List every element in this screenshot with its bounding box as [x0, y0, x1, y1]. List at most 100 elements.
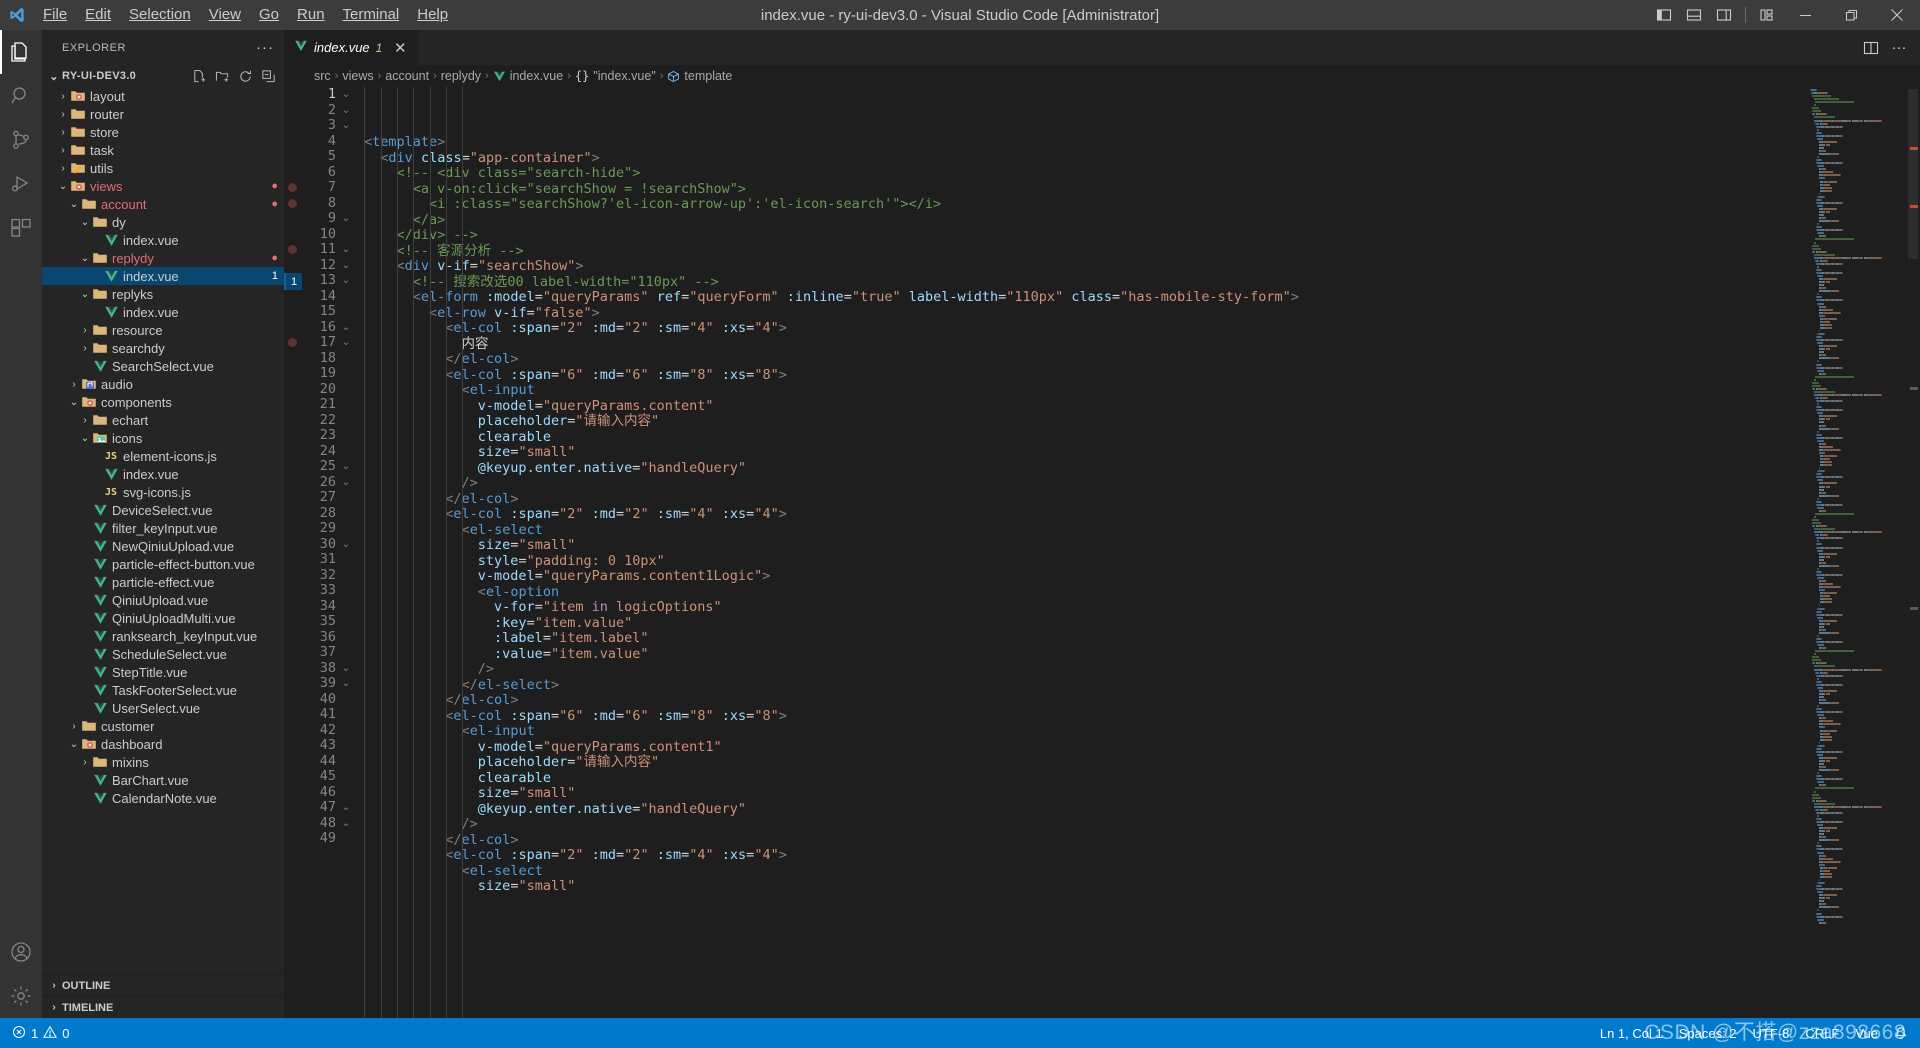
- tree-item-replyks[interactable]: ⌄replyks: [42, 285, 284, 303]
- chevron-down-icon[interactable]: ⌄: [79, 253, 91, 264]
- tree-item-dashboard[interactable]: ⌄dashboard: [42, 735, 284, 753]
- chevron-right-icon[interactable]: ›: [57, 163, 69, 174]
- tree-item-index-vue[interactable]: index.vue: [42, 303, 284, 321]
- activity-search-icon[interactable]: [0, 74, 42, 118]
- chevron-down-icon[interactable]: ⌄: [79, 433, 91, 444]
- breadcrumb-replydy[interactable]: replydy›: [441, 69, 489, 83]
- status-indentation[interactable]: Spaces: 2: [1671, 1018, 1745, 1048]
- chevron-down-icon[interactable]: ⌄: [68, 739, 80, 750]
- breakpoint-dot-icon[interactable]: [288, 338, 297, 347]
- chevron-down-icon[interactable]: ⌄: [68, 397, 80, 408]
- tree-item-mixins[interactable]: ›mixins: [42, 753, 284, 771]
- tab-index-vue[interactable]: index.vue 1 ✕: [284, 30, 419, 65]
- tree-item-deviceselect-vue[interactable]: DeviceSelect.vue: [42, 501, 284, 519]
- minimap[interactable]: [1808, 87, 1906, 1018]
- breadcrumb-symbol-template[interactable]: template: [667, 69, 732, 83]
- tree-item-scheduleselect-vue[interactable]: ScheduleSelect.vue: [42, 645, 284, 663]
- tree-item-searchdy[interactable]: ›searchdy: [42, 339, 284, 357]
- chevron-right-icon[interactable]: ›: [79, 325, 91, 336]
- chevron-down-icon[interactable]: ⌄: [68, 199, 80, 210]
- fold-chevron-icon[interactable]: ⌄: [336, 816, 356, 832]
- tree-item-barchart-vue[interactable]: BarChart.vue: [42, 771, 284, 789]
- tree-item-steptitle-vue[interactable]: StepTitle.vue: [42, 663, 284, 681]
- fold-chevron-icon[interactable]: ⌄: [336, 661, 356, 677]
- tree-item-particle-effect-button-vue[interactable]: particle-effect-button.vue: [42, 555, 284, 573]
- tree-item-qiniuuploadmulti-vue[interactable]: QiniuUploadMulti.vue: [42, 609, 284, 627]
- tree-item-store[interactable]: ›store: [42, 123, 284, 141]
- fold-controls[interactable]: ⌄⌄⌄⌄⌄⌄⌄⌄⌄⌄⌄⌄⌄⌄⌄⌄: [336, 87, 356, 1018]
- split-editor-icon[interactable]: [1858, 30, 1884, 65]
- chevron-right-icon[interactable]: ›: [57, 109, 69, 120]
- code-content[interactable]: <template> <div class="app-container"> <…: [356, 87, 1808, 1018]
- minimize-button[interactable]: [1782, 0, 1828, 30]
- fold-chevron-icon[interactable]: ⌄: [336, 211, 356, 227]
- file-tree[interactable]: ›layout›router›store›task›utils⌄views●⌄a…: [42, 87, 284, 974]
- tab-close-icon[interactable]: ✕: [392, 39, 408, 57]
- status-problems[interactable]: 1 0: [4, 1018, 77, 1048]
- chevron-right-icon[interactable]: ›: [57, 145, 69, 156]
- tree-item-index-vue[interactable]: index.vue: [42, 231, 284, 249]
- fold-chevron-icon[interactable]: ⌄: [336, 320, 356, 336]
- maximize-restore-button[interactable]: [1828, 0, 1874, 30]
- menu-selection[interactable]: Selection: [120, 0, 200, 30]
- activity-explorer-icon[interactable]: [0, 30, 42, 74]
- tree-item-audio[interactable]: ›audio: [42, 375, 284, 393]
- chevron-right-icon[interactable]: ›: [79, 343, 91, 354]
- status-eol[interactable]: CRLF: [1797, 1018, 1847, 1048]
- tree-item-taskfooterselect-vue[interactable]: TaskFooterSelect.vue: [42, 681, 284, 699]
- activity-source-control-icon[interactable]: [0, 118, 42, 162]
- tree-item-customer[interactable]: ›customer: [42, 717, 284, 735]
- fold-chevron-icon[interactable]: ⌄: [336, 459, 356, 475]
- tree-item-filter-keyinput-vue[interactable]: filter_keyInput.vue: [42, 519, 284, 537]
- chevron-down-icon[interactable]: ⌄: [79, 289, 91, 300]
- chevron-right-icon[interactable]: ›: [57, 91, 69, 102]
- tree-item-ranksearch-keyinput-vue[interactable]: ranksearch_keyInput.vue: [42, 627, 284, 645]
- breakpoint-dot-icon[interactable]: [288, 245, 297, 254]
- new-file-icon[interactable]: [189, 66, 209, 86]
- status-encoding[interactable]: UTF-8: [1745, 1018, 1798, 1048]
- tree-item-layout[interactable]: ›layout: [42, 87, 284, 105]
- tree-item-newqiniuupload-vue[interactable]: NewQiniuUpload.vue: [42, 537, 284, 555]
- tree-item-element-icons-js[interactable]: JSelement-icons.js: [42, 447, 284, 465]
- chevron-right-icon[interactable]: ›: [79, 415, 91, 426]
- tree-item-account[interactable]: ⌄account●: [42, 195, 284, 213]
- tree-item-calendarnote-vue[interactable]: CalendarNote.vue: [42, 789, 284, 807]
- chevron-down-icon[interactable]: ⌄: [79, 217, 91, 228]
- breadcrumb-file[interactable]: index.vue›: [493, 69, 571, 83]
- chevron-right-icon[interactable]: ›: [79, 757, 91, 768]
- breakpoint-dot-icon[interactable]: [288, 183, 297, 192]
- breadcrumb-symbol-module[interactable]: {} "index.vue"›: [575, 69, 664, 83]
- tree-item-icons[interactable]: ⌄icons: [42, 429, 284, 447]
- tree-item-index-vue[interactable]: index.vue: [42, 465, 284, 483]
- explorer-more-actions-icon[interactable]: ···: [256, 39, 274, 56]
- tree-item-searchselect-vue[interactable]: SearchSelect.vue: [42, 357, 284, 375]
- activity-manage-gear-icon[interactable]: [0, 974, 42, 1018]
- tree-item-utils[interactable]: ›utils: [42, 159, 284, 177]
- breadcrumb[interactable]: src› views› account› replydy› index.vue›…: [284, 65, 1920, 87]
- fold-chevron-icon[interactable]: ⌄: [336, 273, 356, 289]
- chevron-right-icon[interactable]: ›: [68, 379, 80, 390]
- chevron-right-icon[interactable]: ›: [57, 127, 69, 138]
- menu-edit[interactable]: Edit: [76, 0, 120, 30]
- more-actions-icon[interactable]: ···: [1886, 30, 1912, 65]
- fold-chevron-icon[interactable]: ⌄: [336, 537, 356, 553]
- tree-item-echart[interactable]: ›echart: [42, 411, 284, 429]
- fold-chevron-icon[interactable]: ⌄: [336, 335, 356, 351]
- activity-account-icon[interactable]: [0, 930, 42, 974]
- collapse-all-icon[interactable]: [258, 66, 278, 86]
- menu-view[interactable]: View: [200, 0, 250, 30]
- editor-gutter[interactable]: 1: [284, 87, 302, 1018]
- fold-chevron-icon[interactable]: ⌄: [336, 242, 356, 258]
- refresh-icon[interactable]: [235, 66, 255, 86]
- activity-extensions-icon[interactable]: [0, 206, 42, 250]
- tree-item-replydy[interactable]: ⌄replydy●: [42, 249, 284, 267]
- breadcrumb-views[interactable]: views›: [342, 69, 381, 83]
- fold-chevron-icon[interactable]: ⌄: [336, 258, 356, 274]
- fold-chevron-icon[interactable]: ⌄: [336, 800, 356, 816]
- tree-item-particle-effect-vue[interactable]: particle-effect.vue: [42, 573, 284, 591]
- fold-chevron-icon[interactable]: ⌄: [336, 103, 356, 119]
- toggle-secondary-sidebar-icon[interactable]: [1709, 0, 1739, 30]
- fold-chevron-icon[interactable]: ⌄: [336, 87, 356, 103]
- menu-run[interactable]: Run: [288, 0, 334, 30]
- chevron-right-icon[interactable]: ›: [68, 721, 80, 732]
